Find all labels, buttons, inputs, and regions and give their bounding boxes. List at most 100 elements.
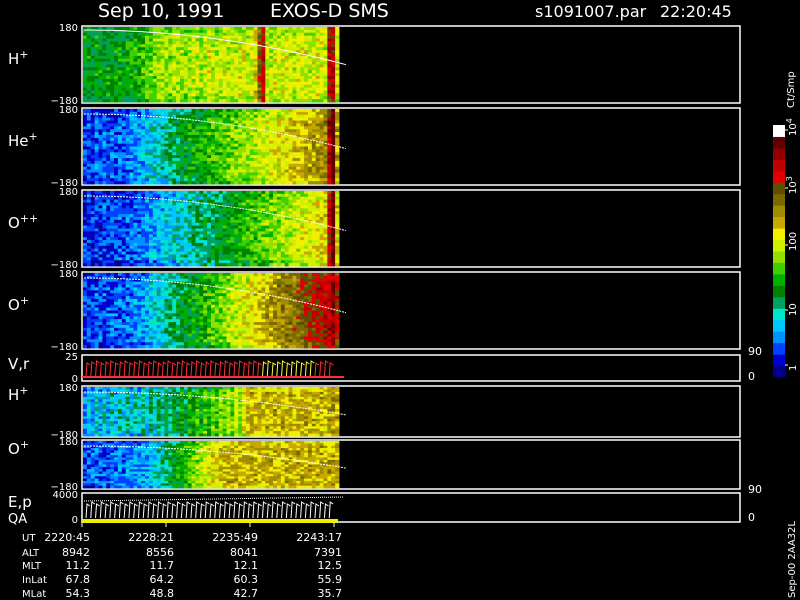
heatmap-cell xyxy=(276,50,282,54)
heatmap-cell xyxy=(288,163,293,168)
heatmap-cell xyxy=(269,245,274,250)
heatmap-cell xyxy=(152,181,158,185)
heatmap-cell xyxy=(238,155,243,159)
heatmap-cell xyxy=(226,191,231,195)
heatmap-cell xyxy=(114,196,119,201)
heatmap-cell xyxy=(304,64,309,68)
heatmap-cell xyxy=(214,143,220,147)
heatmap-cell xyxy=(168,123,173,127)
heatmap-cell xyxy=(125,254,130,258)
heatmap-cell xyxy=(98,47,103,51)
heatmap-cell xyxy=(288,120,293,124)
heatmap-cell xyxy=(176,81,181,86)
heatmap-cell xyxy=(83,117,88,121)
heatmap-cell xyxy=(179,152,185,156)
heatmap-cell xyxy=(110,240,115,244)
heatmap-cell xyxy=(288,109,293,113)
heatmap-cell xyxy=(117,41,123,45)
heatmap-cell xyxy=(156,169,161,173)
heatmap-cell xyxy=(230,41,235,45)
heatmap-cell xyxy=(114,58,119,63)
heatmap-cell xyxy=(195,251,200,255)
heatmap-cell xyxy=(83,73,88,77)
heatmap-cell xyxy=(242,181,247,185)
heatmap-cell xyxy=(261,96,266,100)
heatmap-cell xyxy=(261,109,266,113)
heatmap-cell xyxy=(102,222,107,227)
heatmap-cell xyxy=(168,93,173,97)
heatmap-cell xyxy=(83,120,88,124)
heatmap-cell xyxy=(265,50,270,54)
heatmap-cell xyxy=(102,202,107,206)
heatmap-cell xyxy=(296,78,301,83)
heatmap-cell xyxy=(218,263,224,267)
heatmap-cell xyxy=(83,67,88,71)
heatmap-cell xyxy=(90,163,96,168)
heatmap-cell xyxy=(276,134,282,139)
heatmap-cell xyxy=(300,47,305,51)
heatmap-cell xyxy=(273,41,278,45)
heatmap-cell xyxy=(276,193,282,198)
heatmap-cell xyxy=(94,120,99,124)
heatmap-cell xyxy=(125,90,130,94)
heatmap-cell xyxy=(288,149,293,153)
heatmap-cell xyxy=(168,251,173,255)
heatmap-cell xyxy=(218,55,224,60)
heatmap-cell xyxy=(304,67,309,71)
heatmap-cell xyxy=(86,242,92,247)
heatmap-cell xyxy=(187,44,193,48)
heatmap-cell xyxy=(331,35,336,39)
heatmap-cell xyxy=(152,64,158,68)
heatmap-cell xyxy=(234,149,239,153)
heatmap-cell xyxy=(141,99,146,103)
heatmap-cell xyxy=(265,137,270,142)
heatmap-cell xyxy=(168,35,173,39)
heatmap-cell xyxy=(199,237,204,241)
heatmap-cell xyxy=(315,181,321,185)
heatmap-cell xyxy=(179,260,185,264)
heatmap-cell xyxy=(226,90,231,94)
heatmap-cell xyxy=(242,32,247,37)
heatmap-cell xyxy=(152,237,158,241)
heatmap-cell xyxy=(300,228,305,232)
heatmap-cell xyxy=(125,202,130,206)
heatmap-cell xyxy=(152,175,158,179)
heatmap-cell xyxy=(280,52,286,57)
heatmap-cell xyxy=(226,41,231,45)
heatmap-cell xyxy=(242,117,247,121)
heatmap-cell xyxy=(191,193,196,198)
heatmap-cell xyxy=(102,242,107,247)
heatmap-cell xyxy=(137,52,142,57)
heatmap-cell xyxy=(114,87,119,91)
heatmap-cell xyxy=(145,84,150,88)
heatmap-cell xyxy=(304,76,309,80)
heatmap-cell xyxy=(284,178,289,182)
heatmap-cell xyxy=(98,90,103,94)
panel-ymax: 180 xyxy=(59,187,78,198)
heatmap-cell xyxy=(288,257,293,261)
heatmap-cell xyxy=(331,152,336,156)
heatmap-cell xyxy=(102,214,107,218)
heatmap-cell xyxy=(168,152,173,156)
heatmap-cell xyxy=(280,117,286,121)
heatmap-cell xyxy=(110,67,115,71)
heatmap-cell xyxy=(242,137,247,142)
heatmap-cell xyxy=(203,191,208,195)
heatmap-cell xyxy=(253,67,258,71)
heatmap-cell xyxy=(292,166,297,170)
heatmap-cell xyxy=(257,120,262,124)
heatmap-cell xyxy=(242,219,247,224)
heatmap-cell xyxy=(102,114,107,119)
heatmap-cell xyxy=(269,240,274,244)
heatmap-cell xyxy=(86,172,92,176)
heatmap-cell xyxy=(323,61,328,65)
heatmap-cell xyxy=(203,257,208,261)
heatmap-cell xyxy=(211,228,216,232)
heatmap-cell xyxy=(145,143,150,147)
heatmap-cell xyxy=(265,58,270,63)
heatmap-cell xyxy=(292,155,297,159)
heatmap-cell xyxy=(148,248,154,252)
heatmap-cell xyxy=(191,237,196,241)
heatmap-cell xyxy=(269,202,274,206)
heatmap-cell xyxy=(98,93,103,97)
